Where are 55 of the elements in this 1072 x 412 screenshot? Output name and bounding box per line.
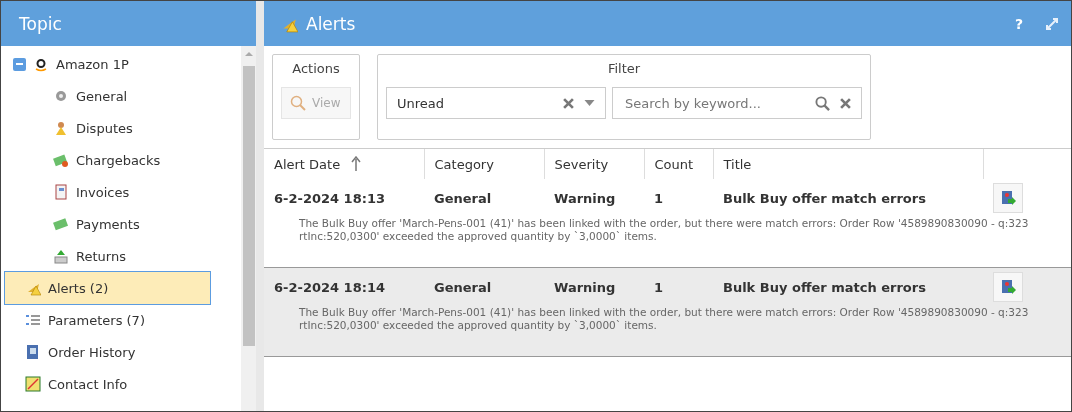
collapse-icon[interactable] [13, 57, 26, 71]
column-header[interactable]: Count [644, 149, 713, 179]
sidebar-title: Topic [1, 1, 256, 46]
scrollbar[interactable] [241, 46, 256, 411]
tree-item[interactable]: Chargebacks [1, 144, 241, 176]
clear-icon[interactable] [563, 97, 574, 109]
search-icon[interactable] [815, 95, 830, 111]
date-cell: 6-2-2024 18:13 [264, 179, 424, 217]
tree-item[interactable]: Payments [1, 208, 241, 240]
date-cell: 6-2-2024 18:14 [264, 267, 424, 306]
document-icon [53, 184, 69, 200]
panel-title: Alerts [306, 13, 357, 34]
title-cell: Bulk Buy offer match errors [713, 267, 983, 306]
status-dropdown[interactable]: Unread [386, 87, 606, 119]
gear-icon [53, 88, 69, 104]
tree-item[interactable]: Invoices [1, 176, 241, 208]
tree-item[interactable]: Alerts (2) [5, 272, 210, 304]
tree-item[interactable]: Parameters (7) [1, 304, 241, 336]
column-header[interactable]: Severity [544, 149, 644, 179]
search-box[interactable]: Search by keyword... [612, 87, 862, 119]
filter-title: Filter [607, 61, 641, 76]
alert-message: The Bulk Buy offer 'March-Pens-001 (41)' has been linked with the order, but there were match errors: Order Row '4589890830090 - q:323 rtInc:520,0300' exceeded the approved quantity by `3,0000` items. [264, 306, 1071, 357]
severity-cell: Warning [544, 267, 644, 306]
category-cell: General [424, 179, 544, 217]
count-cell: 1 [644, 267, 713, 306]
column-header[interactable]: Category [424, 149, 544, 179]
alert-message: The Bulk Buy offer 'March-Pens-001 (41)' has been linked with the order, but there were match errors: Order Row '4589890830090 - q:323 rtInc:520,0300' exceeded the approved quantity by `3,0000` items. [264, 217, 1071, 268]
caret-icon[interactable] [584, 100, 595, 106]
severity-cell: Warning [544, 179, 644, 217]
tree-item[interactable]: Amazon 1P [1, 48, 241, 80]
expand-icon[interactable] [1045, 16, 1059, 31]
alert-row[interactable] [264, 267, 1071, 357]
actions-title: Actions [292, 61, 340, 76]
open-button[interactable] [993, 272, 1023, 302]
list-icon [25, 312, 41, 328]
magnifier-icon [290, 95, 306, 111]
category-cell: General [424, 267, 544, 306]
count-cell: 1 [644, 179, 713, 217]
column-header[interactable]: Title [713, 149, 983, 179]
open-button[interactable] [993, 183, 1023, 213]
person-warning-icon [53, 120, 69, 136]
export-icon [1000, 279, 1016, 295]
tree-item[interactable]: General [1, 80, 241, 112]
basket-icon [53, 248, 69, 264]
tree-item[interactable]: Disputes [1, 112, 241, 144]
tree-item[interactable]: Contact Info [1, 368, 241, 400]
money-icon [53, 152, 69, 168]
export-icon [1000, 190, 1016, 206]
book-icon [25, 344, 41, 360]
column-header[interactable]: Alert Date [264, 149, 424, 179]
tree-item[interactable]: Order History [1, 336, 241, 368]
logo-icon [33, 56, 49, 72]
title-cell: Bulk Buy offer match errors [713, 179, 983, 217]
clear-icon[interactable] [840, 97, 851, 109]
tree-item[interactable]: Returns [1, 240, 241, 272]
